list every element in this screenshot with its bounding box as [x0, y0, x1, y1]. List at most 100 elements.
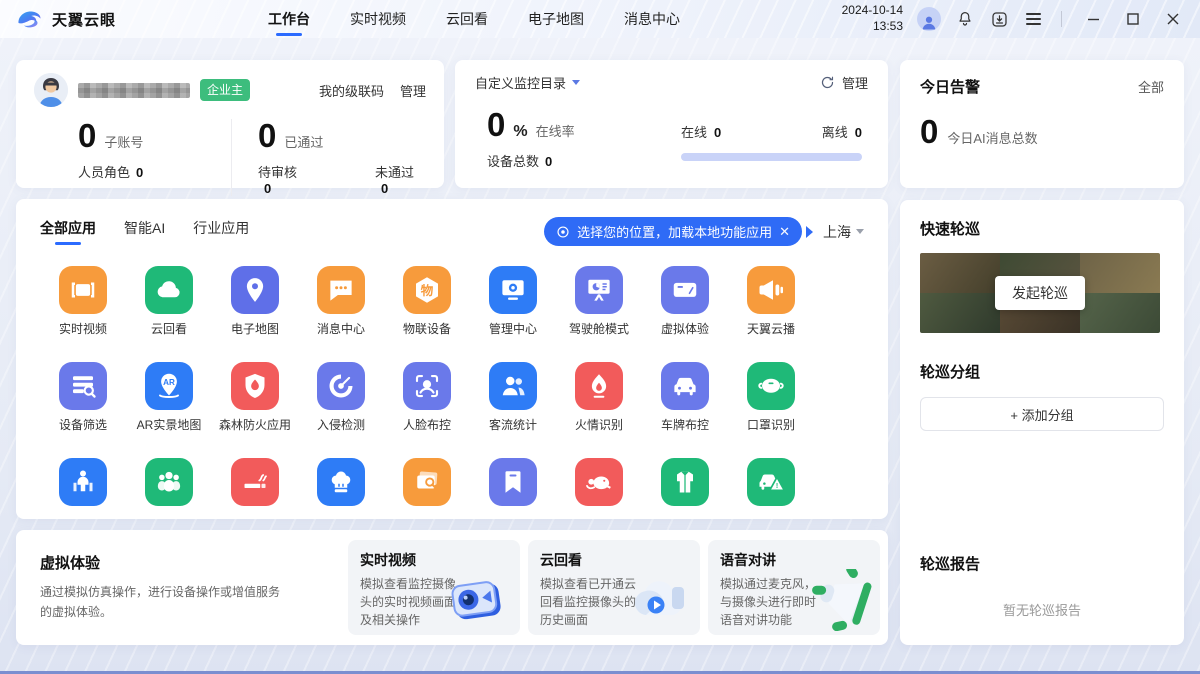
monitor-directory-dropdown[interactable]: 自定义监控目录 [475, 73, 581, 92]
app-tile-pin[interactable]: 电子地图 [212, 266, 298, 336]
app-tile-filter[interactable]: 设备筛选 [40, 362, 126, 432]
cloud-icon [145, 266, 193, 314]
account-manage-link[interactable]: 管理 [400, 81, 426, 100]
alarm-all-link[interactable]: 全部 [1138, 77, 1164, 96]
patrol-report-title: 轮巡报告 [920, 556, 981, 573]
nav-tab-2[interactable]: 云回看 [444, 0, 490, 38]
time: 13:53 [872, 19, 903, 33]
ar-icon: AR [145, 362, 193, 410]
start-patrol-button[interactable]: 发起轮巡 [995, 276, 1085, 310]
app-tile-mask[interactable]: 口罩识别 [728, 362, 814, 432]
close-icon[interactable] [1160, 8, 1186, 30]
app-tile-broadcast[interactable]: 天翼云播 [728, 266, 814, 336]
date: 2024-10-14 [841, 3, 903, 18]
sub-account-count: 0 [78, 117, 97, 154]
apps-tab-2[interactable]: 行业应用 [193, 218, 249, 245]
chef-icon [317, 458, 365, 506]
app-tile-dashboard[interactable]: 驾驶舱模式 [556, 266, 642, 336]
app-tile-face[interactable]: 人脸布控 [384, 362, 470, 432]
app-tile-car[interactable]: 车牌布控 [642, 362, 728, 432]
app-tile-mouse[interactable] [556, 458, 642, 519]
logo-swoosh-icon [18, 11, 41, 28]
app-label: 管理中心 [488, 322, 537, 336]
app-tile-monitor[interactable]: 管理中心 [470, 266, 556, 336]
app-label: 车牌布控 [660, 418, 709, 432]
nav-tab-3[interactable]: 电子地图 [526, 0, 586, 38]
dashboard-icon [575, 266, 623, 314]
location-tooltip[interactable]: 选择您的位置，加载本地功能应用 ✕ [544, 217, 802, 246]
app-tile-cigarette[interactable] [212, 458, 298, 519]
city-selector[interactable]: 上海 [823, 222, 864, 242]
nav-tab-1[interactable]: 实时视频 [348, 0, 408, 38]
patrol-card: 快速轮巡 发起轮巡 轮巡分组 + 添加分组 轮巡报告 暂无轮巡报告 [900, 200, 1184, 645]
app-tile-radar[interactable]: 入侵检测 [298, 362, 384, 432]
apps-tab-1[interactable]: 智能AI [124, 218, 165, 245]
cigarette-icon [231, 458, 279, 506]
feature-title: 实时视频 [360, 552, 416, 568]
camera-snapshot-3 [920, 293, 1000, 333]
vr-icon [661, 266, 709, 314]
refresh-icon[interactable] [820, 75, 835, 90]
feature-card-1[interactable]: 云回看 模拟查看已开通云回看监控摄像头的历史画面 [528, 540, 700, 635]
quick-patrol-title: 快速轮巡 [920, 221, 981, 238]
app-tile-people[interactable]: 客流统计 [470, 362, 556, 432]
apps-card: 全部应用 智能AI 行业应用 选择您的位置，加载本地功能应用 ✕ 上海 实时视频… [16, 199, 888, 519]
app-tile-shieldflame[interactable]: 森林防火应用 [212, 362, 298, 432]
menu-icon[interactable] [1023, 9, 1043, 29]
app-tile-cloud[interactable]: 云回看 [126, 266, 212, 336]
app-tile-group[interactable] [126, 458, 212, 519]
monitor-icon [489, 266, 537, 314]
nav-tab-4[interactable]: 消息中心 [622, 0, 682, 38]
flame-icon [575, 362, 623, 410]
feature-title: 语音对讲 [720, 552, 776, 568]
add-group-button[interactable]: + 添加分组 [920, 397, 1164, 431]
account-card: 企业主 我的级联码 管理 0 子账号 人员角色 0 0 已通过 待审核0 未通过… [16, 60, 444, 196]
app-tile-photo[interactable] [384, 458, 470, 519]
datetime: 2024-10-14 13:53 [842, 3, 903, 34]
app-tile-vr[interactable]: 虚拟体验 [642, 266, 728, 336]
app-tile-scooter[interactable] [40, 458, 126, 519]
username-redacted [78, 82, 190, 98]
broadcast-icon [747, 266, 795, 314]
divider [1061, 11, 1062, 27]
alarm-title: 今日告警 [920, 79, 981, 96]
rejected-stat: 未通过0 [375, 165, 415, 196]
feature-card-2[interactable]: 语音对讲 模拟通过麦克风，与摄像头进行即时语音对讲功能 [708, 540, 880, 635]
pending-stat: 待审核0 [258, 165, 298, 196]
approved-label: 已通过 [284, 135, 324, 150]
app-tile-uniform[interactable] [642, 458, 728, 519]
app-tile-iot[interactable]: 物物联设备 [384, 266, 470, 336]
app-tile-chef[interactable] [298, 458, 384, 519]
nav-tab-0[interactable]: 工作台 [266, 0, 312, 38]
online-stat: 在线 0 [681, 125, 722, 140]
cascade-code-link[interactable]: 我的级联码 [319, 81, 384, 100]
apps-grid: 实时视频 云回看 电子地图 消息中心物物联设备管理中心 驾驶舱模式 虚拟体验 天翼云播设备筛… [40, 266, 864, 519]
bell-icon[interactable] [955, 9, 975, 29]
radar-icon [317, 362, 365, 410]
camera-snapshot-0 [920, 253, 1000, 293]
online-rate-unit: % [513, 123, 528, 140]
maximize-icon[interactable] [1120, 8, 1146, 30]
monitor-manage-link[interactable]: 管理 [842, 73, 868, 92]
apps-tab-0[interactable]: 全部应用 [40, 218, 96, 245]
bookmark-icon [489, 458, 537, 506]
app-tile-ar[interactable]: AR AR实景地图 [126, 362, 212, 432]
minimize-icon[interactable] [1080, 8, 1106, 30]
offline-stat: 离线 0 [821, 125, 862, 140]
tooltip-close-icon[interactable]: ✕ [779, 224, 790, 240]
filter-icon [59, 362, 107, 410]
user-avatar-icon[interactable] [917, 7, 941, 31]
app-tile-flame[interactable]: 火情识别 [556, 362, 642, 432]
camera-snapshot-2 [1080, 253, 1160, 293]
role-stat: 人员角色 0 [78, 165, 144, 180]
app-tile-video[interactable]: 实时视频 [40, 266, 126, 336]
app-tile-bookmark[interactable] [470, 458, 556, 519]
virtual-experience-card: 虚拟体验 通过模拟仿真操作，进行设备操作或增值服务的虚拟体验。 实时视频 模拟查看… [16, 530, 888, 645]
virtual-experience-title: 虚拟体验 [40, 555, 101, 573]
virtual-experience-desc: 通过模拟仿真操作，进行设备操作或增值服务的虚拟体验。 [40, 585, 281, 619]
app-tile-caralert[interactable]: ! [728, 458, 814, 519]
download-icon[interactable] [989, 9, 1009, 29]
app-tile-chat[interactable]: 消息中心 [298, 266, 384, 336]
monitor-directory-card: 自定义监控目录 管理 0 % 在线率 设备总数 0 在线 0 离线 0 [455, 60, 888, 188]
feature-card-0[interactable]: 实时视频 模拟查看监控摄像头的实时视频画面及相关操作 [348, 540, 520, 635]
